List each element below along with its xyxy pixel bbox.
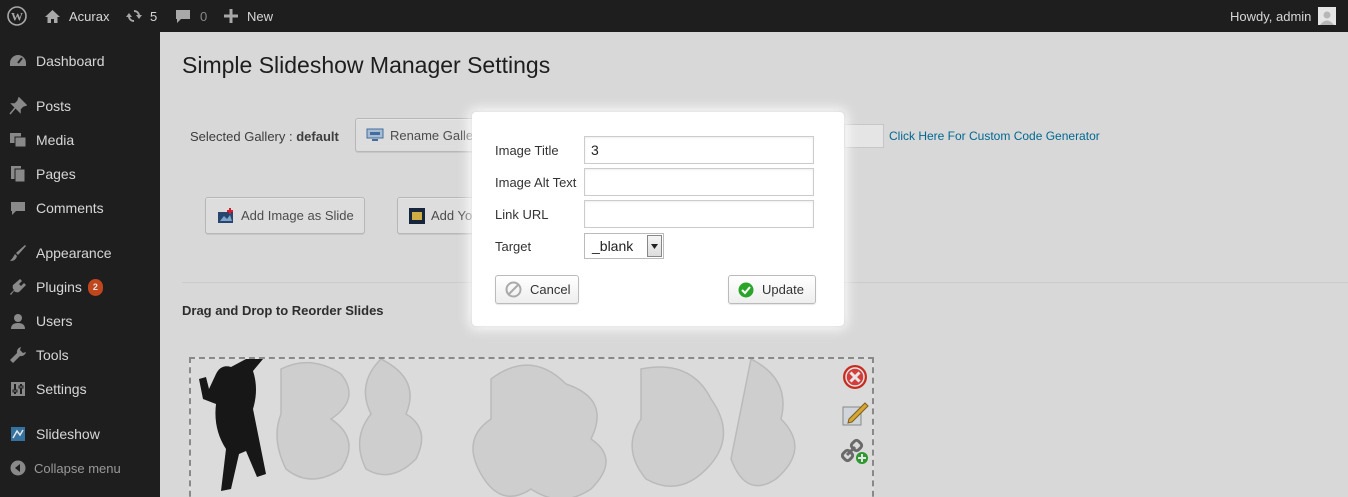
image-title-label: Image Title xyxy=(495,143,559,158)
link-url-label: Link URL xyxy=(495,207,549,222)
chevron-down-icon[interactable] xyxy=(647,235,662,257)
image-title-input[interactable] xyxy=(584,136,814,164)
cancel-button[interactable]: Cancel xyxy=(495,275,579,304)
image-alt-text-label: Image Alt Text xyxy=(495,175,577,190)
target-selected-value: _blank xyxy=(592,238,634,254)
link-url-input[interactable] xyxy=(584,200,814,228)
cancel-label: Cancel xyxy=(530,282,571,297)
checkmark-icon xyxy=(738,282,754,298)
target-label: Target xyxy=(495,239,532,254)
image-alt-text-input[interactable] xyxy=(584,168,814,196)
update-label: Update xyxy=(762,282,804,297)
update-button[interactable]: Update xyxy=(728,275,816,304)
target-select[interactable]: _blank xyxy=(584,233,664,259)
edit-slide-modal: Image Title Image Alt Text Link URL Targ… xyxy=(472,112,844,326)
cancel-icon xyxy=(505,281,522,298)
